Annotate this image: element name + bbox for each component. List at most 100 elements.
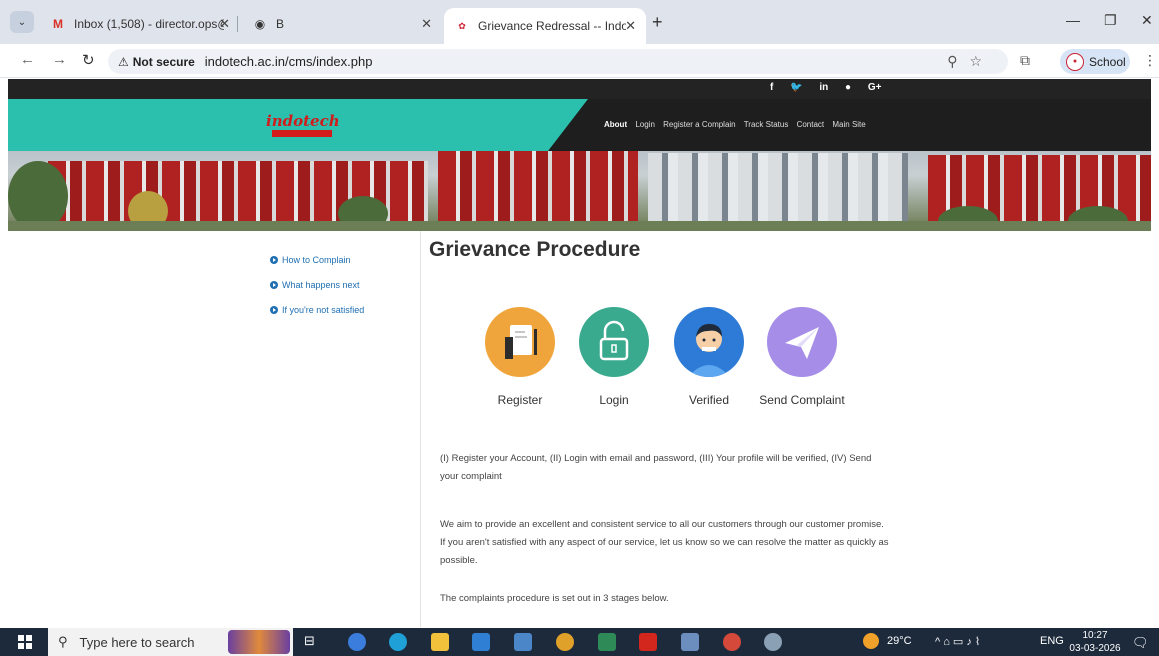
web-page: f 🐦 in ● G+ indotech About Login Registe…	[8, 79, 1151, 627]
logo-text: indotech	[266, 112, 340, 130]
nav-track-status[interactable]: Track Status	[744, 120, 789, 129]
warning-icon: ⚠	[118, 54, 129, 69]
site-logo[interactable]: indotech	[266, 112, 340, 139]
social-bar: f 🐦 in ● G+	[8, 79, 1151, 99]
window-close-icon[interactable]: ✕	[1141, 12, 1153, 29]
sidebar-item-label: What happens next	[282, 279, 360, 290]
more-menu-icon[interactable]: ⋮	[1143, 52, 1157, 69]
weather-temperature[interactable]: 29°C	[887, 635, 912, 647]
stages-intro-text: The complaints procedure is set out in 3…	[440, 593, 669, 604]
acrobat-icon[interactable]	[639, 633, 657, 651]
nav-login[interactable]: Login	[635, 120, 655, 129]
language-indicator[interactable]: ENG	[1040, 635, 1064, 647]
task-view-icon[interactable]: ⊟	[304, 633, 322, 651]
nav-register-complain[interactable]: Register a Complain	[663, 120, 735, 129]
profile-label: School	[1089, 54, 1126, 69]
close-icon[interactable]: ✕	[421, 16, 432, 32]
browser-toolbar: ← → ↻ ⚠ Not secure indotech.ac.in/cms/in…	[0, 44, 1159, 78]
restore-icon[interactable]: ❐	[1104, 12, 1117, 29]
site-favicon: ✿	[458, 20, 466, 31]
arrow-circle-icon	[270, 255, 278, 264]
file-explorer-icon[interactable]	[431, 633, 449, 651]
sidebar-item-how-to-complain[interactable]: How to Complain	[270, 247, 364, 272]
step-register: Register	[470, 307, 570, 407]
step-label: Send Complaint	[759, 393, 845, 407]
chrome-icon[interactable]	[556, 633, 574, 651]
content-divider	[420, 231, 421, 627]
steps-summary-text: (I) Register your Account, (II) Login wi…	[440, 453, 872, 482]
page-title: Grievance Procedure	[429, 238, 641, 261]
security-indicator[interactable]: Not secure	[133, 55, 195, 69]
forward-icon[interactable]: →	[52, 51, 67, 68]
tray-icons[interactable]: ^ ⌂ ▭ ♪ ⌇	[935, 635, 980, 648]
notification-icon[interactable]: 🗨	[1132, 635, 1149, 651]
globe-icon: ◉	[254, 17, 266, 31]
tab-title: Inbox (1,508) - director.ops@in	[74, 17, 224, 31]
step-verified: Verified	[659, 307, 759, 407]
header-accent-edge	[548, 99, 588, 151]
excel-icon[interactable]	[598, 633, 616, 651]
edge-icon[interactable]	[389, 633, 407, 651]
sidebar: How to Complain What happens next If you…	[270, 247, 364, 322]
promise-text: We aim to provide an excellent and consi…	[440, 519, 889, 566]
step-label: Register	[497, 393, 543, 407]
url-text[interactable]: indotech.ac.in/cms/index.php	[205, 54, 373, 69]
logo-tagline	[272, 130, 332, 137]
nav-main-site[interactable]: Main Site	[832, 120, 865, 129]
arrow-circle-icon	[270, 305, 278, 314]
arrow-circle-icon	[270, 280, 278, 289]
google-plus-icon[interactable]: G+	[868, 82, 882, 93]
main-nav: About Login Register a Complain Track St…	[604, 120, 872, 129]
sidebar-item-what-happens-next[interactable]: What happens next	[270, 272, 364, 297]
paper-plane-icon	[767, 307, 837, 377]
facebook-icon[interactable]: f	[770, 82, 773, 93]
clock-time: 10:27	[1082, 630, 1108, 641]
instagram-icon[interactable]: ●	[845, 82, 851, 93]
sidebar-item-label: How to Complain	[282, 254, 351, 265]
tab-search-button[interactable]: ⌄	[10, 11, 34, 33]
chrome-profile-icon[interactable]	[723, 633, 741, 651]
windows-start-icon[interactable]	[18, 635, 32, 649]
close-icon[interactable]: ✕	[625, 18, 636, 34]
twitter-icon[interactable]: 🐦	[790, 82, 802, 93]
new-tab-button[interactable]: +	[652, 12, 663, 33]
zoom-icon[interactable]: ⚲☆	[947, 53, 994, 70]
copilot-icon[interactable]	[348, 633, 366, 651]
user-avatar-icon	[674, 307, 744, 377]
ground-shape	[8, 221, 1151, 231]
reload-icon[interactable]: ↻	[82, 51, 95, 69]
search-highlight-image[interactable]	[228, 630, 290, 654]
extensions-icon[interactable]: ⧉	[1020, 52, 1030, 69]
building-shape	[438, 151, 638, 231]
store-icon[interactable]	[472, 633, 490, 651]
close-icon[interactable]: ✕	[219, 16, 230, 32]
sidebar-item-not-satisfied[interactable]: If you're not satisfied	[270, 297, 364, 322]
photos-icon[interactable]	[514, 633, 532, 651]
search-placeholder: Type here to search	[79, 634, 195, 650]
tab-gmail[interactable]: M Inbox (1,508) - director.ops@in ✕	[40, 8, 240, 40]
linkedin-icon[interactable]: in	[819, 82, 828, 93]
avatar: ●	[1066, 52, 1084, 71]
system-clock[interactable]: 10:27 03-03-2026	[1066, 629, 1124, 655]
weather-icon[interactable]	[863, 633, 879, 649]
clock-date: 03-03-2026	[1069, 643, 1121, 654]
tab-grievance[interactable]: ✿ Grievance Redressal -- Indotech ✕	[444, 8, 646, 44]
nav-contact[interactable]: Contact	[797, 120, 825, 129]
unlock-icon	[579, 307, 649, 377]
tab-b[interactable]: ◉ B ✕	[242, 8, 442, 40]
address-bar[interactable]: ⚠ Not secure indotech.ac.in/cms/index.ph…	[108, 49, 1008, 74]
document-icon	[485, 307, 555, 377]
notepad-icon[interactable]	[681, 633, 699, 651]
social-links: f 🐦 in ● G+	[770, 82, 895, 93]
profile-button[interactable]: ● School	[1060, 49, 1130, 74]
sidebar-item-label: If you're not satisfied	[282, 304, 365, 315]
step-send-complaint: Send Complaint	[752, 307, 852, 407]
building-shape	[648, 153, 908, 231]
search-icon: ⚲	[58, 634, 68, 649]
nav-about[interactable]: About	[604, 120, 627, 129]
back-icon[interactable]: ←	[20, 51, 35, 68]
step-login: Login	[564, 307, 664, 407]
minimize-icon[interactable]: —	[1066, 12, 1080, 28]
snipping-tool-icon[interactable]	[764, 633, 782, 651]
step-label: Login	[599, 393, 629, 407]
